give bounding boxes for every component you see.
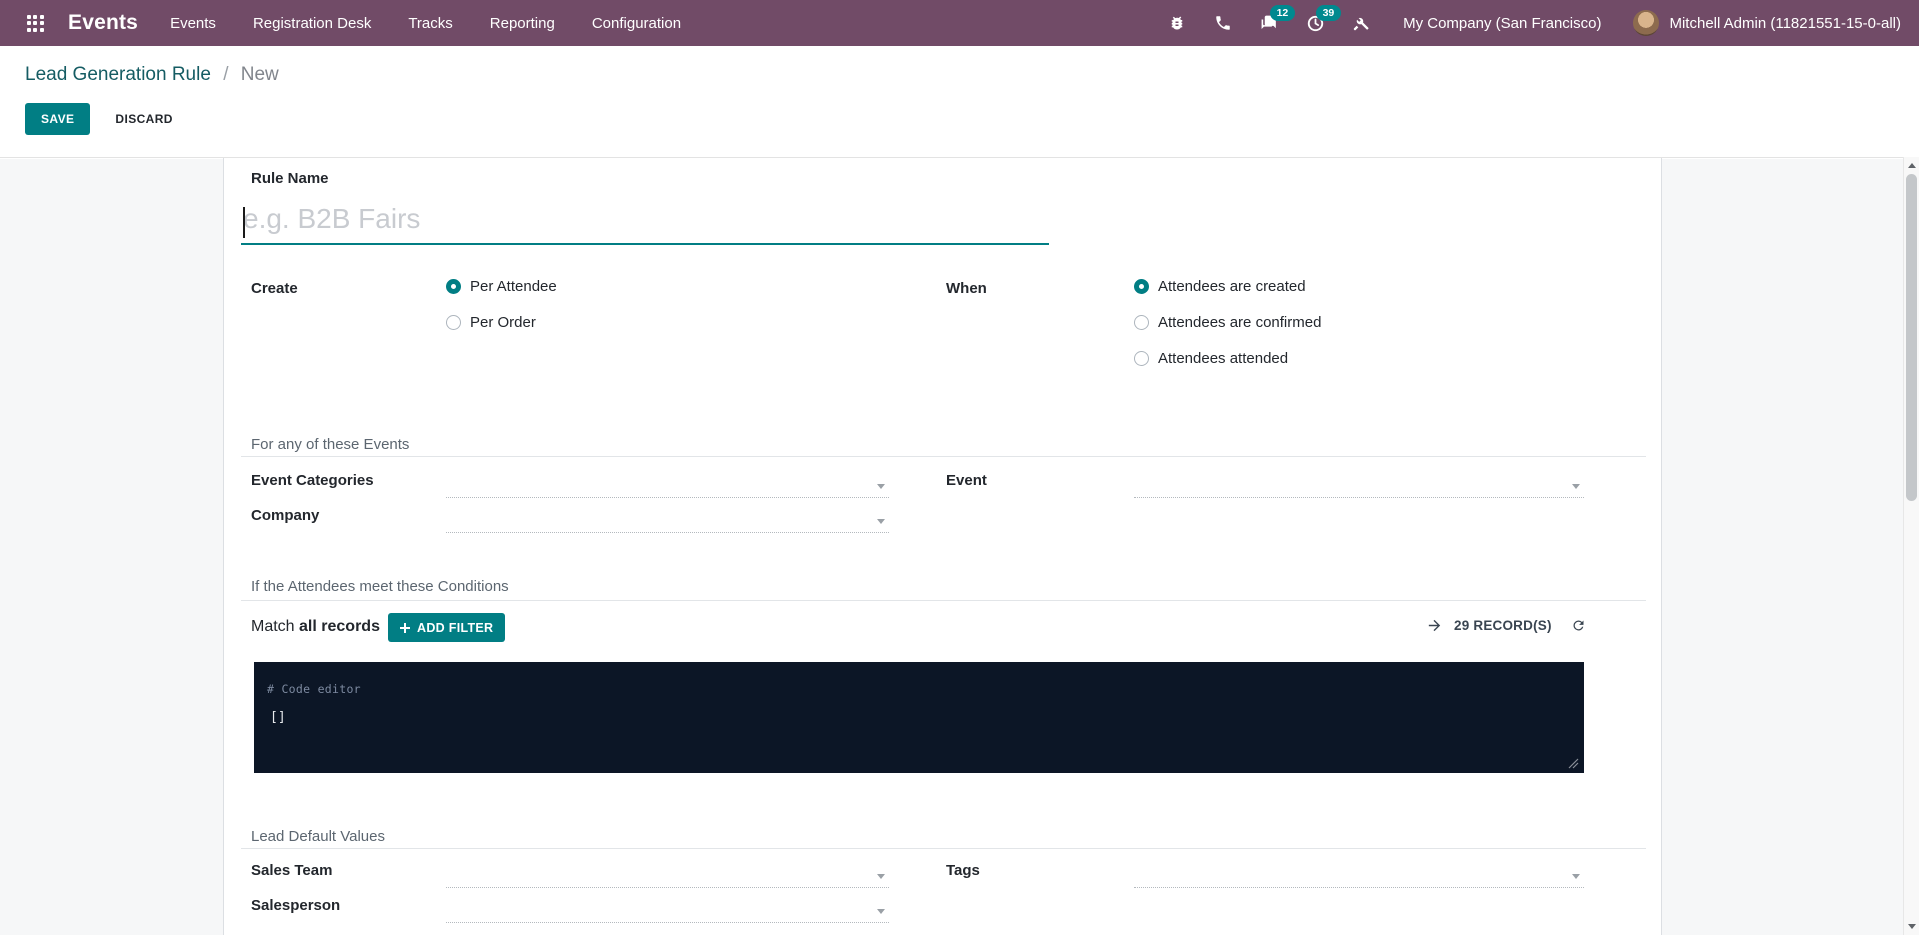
refresh-icon	[1571, 618, 1586, 633]
match-mode: all records	[299, 618, 380, 635]
chevron-down-icon	[877, 909, 885, 914]
radio-per-attendee[interactable]: Per Attendee	[446, 278, 557, 295]
plus-icon	[400, 623, 410, 633]
chevron-down-icon	[877, 484, 885, 489]
triangle-down-icon	[1908, 924, 1916, 929]
event-categories-label: Event Categories	[251, 472, 374, 489]
control-panel-buttons: SAVE DISCARD	[25, 103, 1919, 135]
breadcrumb: Lead Generation Rule / New	[25, 64, 1919, 86]
company-switcher[interactable]: My Company (San Francisco)	[1397, 14, 1607, 33]
radio-per-order[interactable]: Per Order	[446, 314, 536, 331]
breadcrumb-lead-generation-rule[interactable]: Lead Generation Rule	[25, 64, 211, 85]
events-section-title: For any of these Events	[251, 436, 409, 453]
event-categories-field[interactable]	[446, 472, 889, 498]
section-divider	[241, 600, 1646, 601]
event-field[interactable]	[1134, 472, 1584, 498]
arrow-right-icon	[1426, 617, 1443, 634]
create-label: Create	[251, 280, 298, 297]
voip-button[interactable]	[1213, 13, 1233, 33]
record-count-group: 29 RECORD(S)	[1420, 616, 1586, 635]
radio-attendees-confirmed[interactable]: Attendees are confirmed	[1134, 314, 1321, 331]
conditions-section-title: If the Attendees meet these Conditions	[251, 578, 509, 595]
form-sheet: Rule Name Create Per Attendee Per Order …	[223, 158, 1662, 935]
user-avatar[interactable]	[1633, 10, 1659, 36]
menu-item-reporting[interactable]: Reporting	[490, 15, 555, 32]
phone-icon	[1214, 14, 1232, 32]
radio-attendees-attended[interactable]: Attendees attended	[1134, 350, 1288, 367]
defaults-section-title: Lead Default Values	[251, 828, 385, 845]
user-name[interactable]: Mitchell Admin (11821551-15-0-all)	[1669, 15, 1901, 32]
radio-unselected-icon[interactable]	[1134, 351, 1149, 366]
radio-attendees-created[interactable]: Attendees are created	[1134, 278, 1306, 295]
activities-button[interactable]: 39	[1305, 13, 1325, 33]
breadcrumb-separator: /	[223, 64, 228, 85]
triangle-up-icon	[1908, 163, 1916, 168]
code-editor-value: []	[270, 710, 286, 725]
radio-selected-icon[interactable]	[446, 279, 461, 294]
menu-item-configuration[interactable]: Configuration	[592, 15, 681, 32]
chevron-down-icon	[877, 874, 885, 879]
radio-unselected-icon[interactable]	[446, 315, 461, 330]
chevron-down-icon	[1572, 874, 1580, 879]
tags-label: Tags	[946, 862, 980, 879]
messages-badge: 12	[1270, 5, 1295, 21]
refresh-button[interactable]	[1571, 618, 1586, 633]
scroll-up-button[interactable]	[1904, 158, 1919, 173]
tags-field[interactable]	[1134, 862, 1584, 888]
apps-menu-button[interactable]	[18, 6, 52, 40]
salesperson-field[interactable]	[446, 897, 889, 923]
user-menu[interactable]: Mitchell Admin (11821551-15-0-all)	[1633, 10, 1901, 36]
radio-selected-icon[interactable]	[1134, 279, 1149, 294]
topbar-right-group: 12 39 My Company (San Francisco) Mitchel…	[1167, 10, 1907, 36]
when-label: When	[946, 280, 987, 297]
activities-badge: 39	[1316, 5, 1341, 21]
section-divider	[241, 456, 1646, 457]
save-button[interactable]: SAVE	[25, 103, 90, 135]
scrollbar-thumb[interactable]	[1906, 174, 1917, 501]
support-tools-button[interactable]	[1351, 13, 1371, 33]
debug-button[interactable]	[1167, 13, 1187, 33]
menu-item-tracks[interactable]: Tracks	[408, 15, 452, 32]
rule-name-label: Rule Name	[251, 170, 329, 187]
discard-button[interactable]: DISCARD	[109, 111, 178, 127]
add-filter-button[interactable]: ADD FILTER	[388, 613, 505, 642]
chevron-down-icon	[1572, 484, 1580, 489]
app-title: Events	[68, 11, 138, 35]
rule-name-input[interactable]	[241, 198, 1049, 245]
salesperson-label: Salesperson	[251, 897, 340, 914]
chevron-down-icon	[877, 519, 885, 524]
domain-code-editor[interactable]: # Code editor []	[254, 662, 1584, 773]
breadcrumb-current: New	[241, 64, 279, 85]
top-navbar: Events Events Registration Desk Tracks R…	[0, 0, 1919, 46]
code-editor-comment: # Code editor	[267, 682, 361, 696]
sales-team-field[interactable]	[446, 862, 889, 888]
event-label: Event	[946, 472, 987, 489]
sales-team-label: Sales Team	[251, 862, 332, 879]
main-menu: Events Registration Desk Tracks Reportin…	[170, 15, 681, 32]
section-divider	[241, 848, 1646, 849]
odoo-events-lead-rule-screen: Events Events Registration Desk Tracks R…	[0, 0, 1919, 935]
menu-item-registration-desk[interactable]: Registration Desk	[253, 15, 371, 32]
menu-item-events[interactable]: Events	[170, 15, 216, 32]
resize-handle-icon[interactable]	[1565, 754, 1579, 768]
tools-icon	[1352, 14, 1370, 32]
scroll-down-button[interactable]	[1904, 919, 1919, 934]
text-cursor	[243, 207, 245, 238]
apps-grid-icon	[27, 15, 44, 32]
company-label: Company	[251, 507, 319, 524]
radio-unselected-icon[interactable]	[1134, 315, 1149, 330]
bug-icon	[1168, 14, 1186, 32]
records-button[interactable]: 29 RECORD(S)	[1420, 616, 1558, 635]
form-content: Rule Name Create Per Attendee Per Order …	[0, 159, 1919, 935]
control-panel: Lead Generation Rule / New SAVE DISCARD	[0, 46, 1919, 158]
vertical-scrollbar[interactable]	[1903, 157, 1919, 935]
match-records-text: Match all records	[251, 618, 380, 636]
messages-button[interactable]: 12	[1259, 13, 1279, 33]
company-field[interactable]	[446, 507, 889, 533]
